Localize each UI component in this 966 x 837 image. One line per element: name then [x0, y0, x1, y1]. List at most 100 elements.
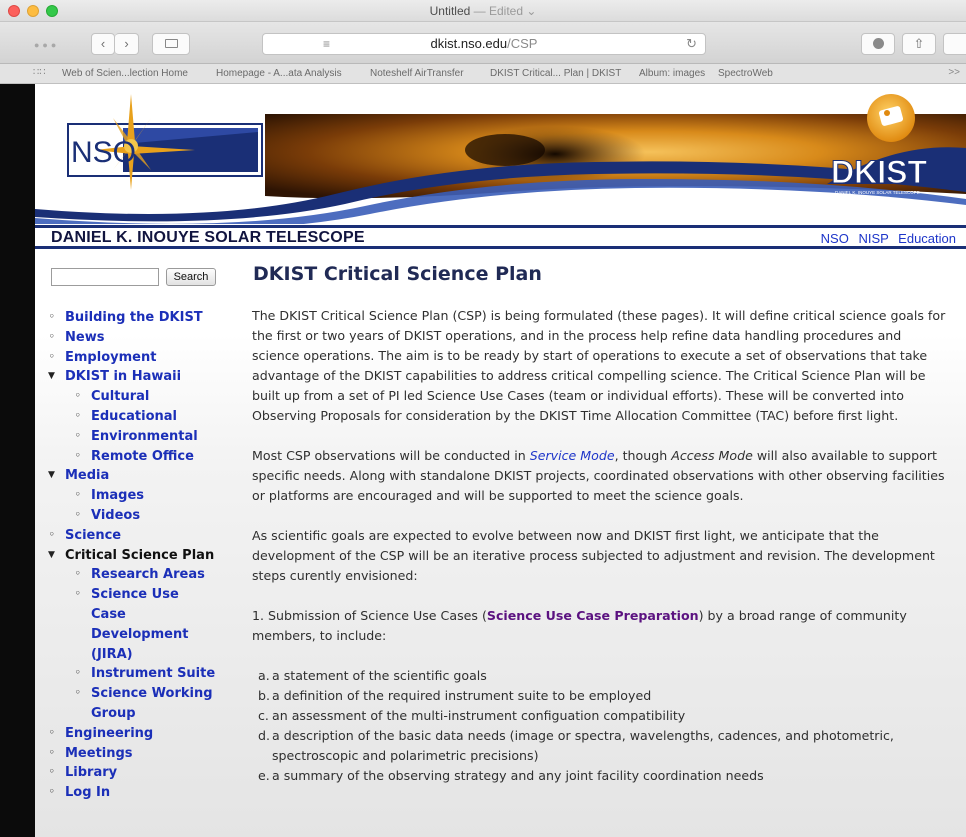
bullet-icon: ◦ — [49, 767, 55, 778]
sidebar-item-educational[interactable]: ◦ Educational — [65, 407, 215, 427]
topnav-education-link[interactable]: Education — [898, 231, 956, 246]
download-icon — [872, 38, 884, 49]
sidebar-item-employment[interactable]: ◦ Employment — [49, 348, 215, 368]
list-item-label: c. — [258, 708, 269, 723]
downloads-button[interactable] — [861, 33, 895, 55]
search-button[interactable]: Search — [166, 268, 216, 286]
sidebar-item-log-in[interactable]: ◦ Log In — [49, 783, 215, 803]
url-host: dkist.nso.edu — [430, 36, 508, 51]
expanded-triangle-icon: ▼ — [48, 549, 55, 560]
sidebar-item-science-use-case-development[interactable]: ◦ Science Use Case Development (JIRA) — [65, 585, 215, 664]
modes-text-b: , though — [614, 448, 672, 463]
step-1-paragraph: 1. Submission of Science Use Cases (Scie… — [252, 606, 952, 646]
favorites-overflow-button[interactable]: >> — [948, 67, 960, 78]
web-page: NSO DKIST DANIEL K. INOUYE SOLAR TELESCO… — [35, 84, 966, 837]
sidebar-item-science[interactable]: ◦ Science — [49, 526, 215, 546]
favorites-bar: ∷∷ Web of Scien...lection Home Homepage … — [0, 64, 966, 84]
sidebar-item-label: Environmental — [91, 428, 198, 444]
favorite-link[interactable]: Homepage - A...ata Analysis — [216, 68, 342, 79]
sidebar-item-label: Images — [91, 488, 145, 504]
sidebar-icon — [164, 39, 178, 48]
topnav-nso-link[interactable]: NSO — [821, 231, 849, 246]
list-item-label: b. — [258, 688, 270, 703]
sidebar-item-science-working-group[interactable]: ◦ Science Working Group — [65, 684, 215, 724]
share-icon: ⇧ — [913, 36, 925, 51]
tabs-overview-button[interactable] — [943, 33, 966, 55]
sidebar-item-label: Cultural — [91, 389, 150, 405]
nso-logo-text: NSO — [71, 136, 136, 169]
page-left-edge — [0, 84, 35, 837]
bullet-icon: ◦ — [49, 331, 55, 342]
bullet-icon: ◦ — [75, 668, 81, 679]
site-banner: NSO DKIST DANIEL K. INOUYE SOLAR TELESCO… — [35, 84, 966, 224]
modes-text-a: Most CSP observations will be conducted … — [252, 448, 530, 463]
sidebar-item-videos[interactable]: ◦ Videos — [65, 506, 215, 526]
list-item: a. a statement of the scientific goals — [258, 666, 952, 686]
sidebar-item-label: Media — [65, 468, 110, 484]
favorite-link[interactable]: Noteshelf AirTransfer — [370, 68, 464, 79]
sidebar-item-label: Meetings — [65, 745, 133, 761]
sidebar-item-remote-office[interactable]: ◦ Remote Office — [65, 447, 215, 467]
sidebar-item-images[interactable]: ◦ Images — [65, 486, 215, 506]
bullet-icon: ◦ — [49, 529, 55, 540]
topnav-nisp-link[interactable]: NISP — [858, 231, 888, 246]
dkist-logo-text: DKIST — [831, 154, 927, 190]
bullet-icon: ◦ — [75, 430, 81, 441]
sidebar-item-library[interactable]: ◦ Library — [49, 763, 215, 783]
page-title: DKIST Critical Science Plan — [253, 263, 542, 285]
address-bar[interactable]: ≡ dkist.nso.edu/CSP ↻ — [262, 33, 706, 55]
sidebar-item-engineering[interactable]: ◦ Engineering — [49, 724, 215, 744]
sidebar-nav: ◦ Building the DKIST ◦ News ◦ Employment ▼ D… — [48, 308, 215, 803]
sidebar-item-research-areas[interactable]: ◦ Research Areas — [65, 565, 215, 585]
share-button[interactable]: ⇧ — [902, 33, 936, 55]
bullet-icon: ◦ — [49, 351, 55, 362]
list-item-label: d. — [258, 728, 270, 743]
sidebar-item-environmental[interactable]: ◦ Environmental — [65, 427, 215, 447]
sidebar-item-media[interactable]: ▼ Media — [48, 466, 215, 486]
list-item-label: a. — [258, 668, 270, 683]
sidebar-item-news[interactable]: ◦ News — [49, 328, 215, 348]
sidebar-item-label: Instrument Suite — [91, 666, 216, 682]
favorite-link[interactable]: SpectroWeb — [718, 68, 773, 79]
bullet-icon: ◦ — [75, 509, 81, 520]
grid-icon[interactable]: ∷∷ — [33, 67, 46, 78]
sidebar-item-label: Building the DKIST — [65, 310, 203, 325]
url-path: /CSP — [507, 36, 538, 51]
bullet-icon: ◦ — [75, 688, 81, 699]
window-title-suffix: — Edited ⌄ — [473, 4, 537, 18]
bullet-icon: ◦ — [49, 312, 55, 322]
sidebar-item-label: Research Areas — [91, 567, 205, 583]
bullet-icon: ◦ — [49, 727, 55, 738]
sidebar-item-label: Employment — [65, 349, 157, 365]
bullet-icon: ◦ — [75, 589, 81, 600]
sidebar-item-dkist-in-hawaii[interactable]: ▼ DKIST in Hawaii — [48, 367, 215, 387]
sidebar-item-building-the-dkist[interactable]: ◦ Building the DKIST — [49, 308, 215, 328]
reload-icon[interactable]: ↻ — [686, 34, 697, 54]
search-input[interactable] — [51, 268, 159, 286]
favorite-link[interactable]: DKIST Critical... Plan | DKIST — [490, 68, 621, 79]
service-mode-link[interactable]: Service Mode — [530, 448, 615, 463]
sidebar-item-meetings[interactable]: ◦ Meetings — [49, 744, 215, 764]
forward-button[interactable]: › — [115, 33, 139, 55]
bullet-icon: ◦ — [75, 391, 81, 402]
expanded-triangle-icon: ▼ — [48, 470, 55, 481]
sidebar-toggle-button[interactable] — [152, 33, 190, 55]
favorite-link[interactable]: Web of Scien...lection Home — [62, 68, 188, 79]
list-item: e. a summary of the observing strategy an… — [258, 766, 952, 786]
top-navigation: NSO NISP Education — [815, 231, 956, 246]
sidebar-item-label: News — [65, 329, 105, 345]
reader-icon[interactable]: ≡ — [323, 34, 330, 54]
sidebar-item-critical-science-plan[interactable]: ▼ Critical Science Plan — [48, 546, 215, 566]
list-item-text: an assessment of the multi-instrument co… — [272, 708, 686, 723]
window-title-text: Untitled — [429, 4, 471, 18]
sidebar-item-label: Critical Science Plan — [65, 547, 215, 563]
list-item-text: a definition of the required instrument … — [272, 688, 652, 703]
back-button[interactable]: ‹ — [91, 33, 115, 55]
sidebar-item-label: Log In — [65, 785, 111, 801]
step-1-text-a: 1. Submission of Science Use Cases ( — [252, 608, 487, 623]
science-use-case-preparation-link[interactable]: Science Use Case Preparation — [487, 608, 699, 623]
chevron-left-icon: ‹ — [100, 36, 106, 51]
sidebar-item-instrument-suite[interactable]: ◦ Instrument Suite — [65, 664, 215, 684]
favorite-link[interactable]: Album: images — [639, 68, 705, 79]
sidebar-item-cultural[interactable]: ◦ Cultural — [65, 387, 215, 407]
